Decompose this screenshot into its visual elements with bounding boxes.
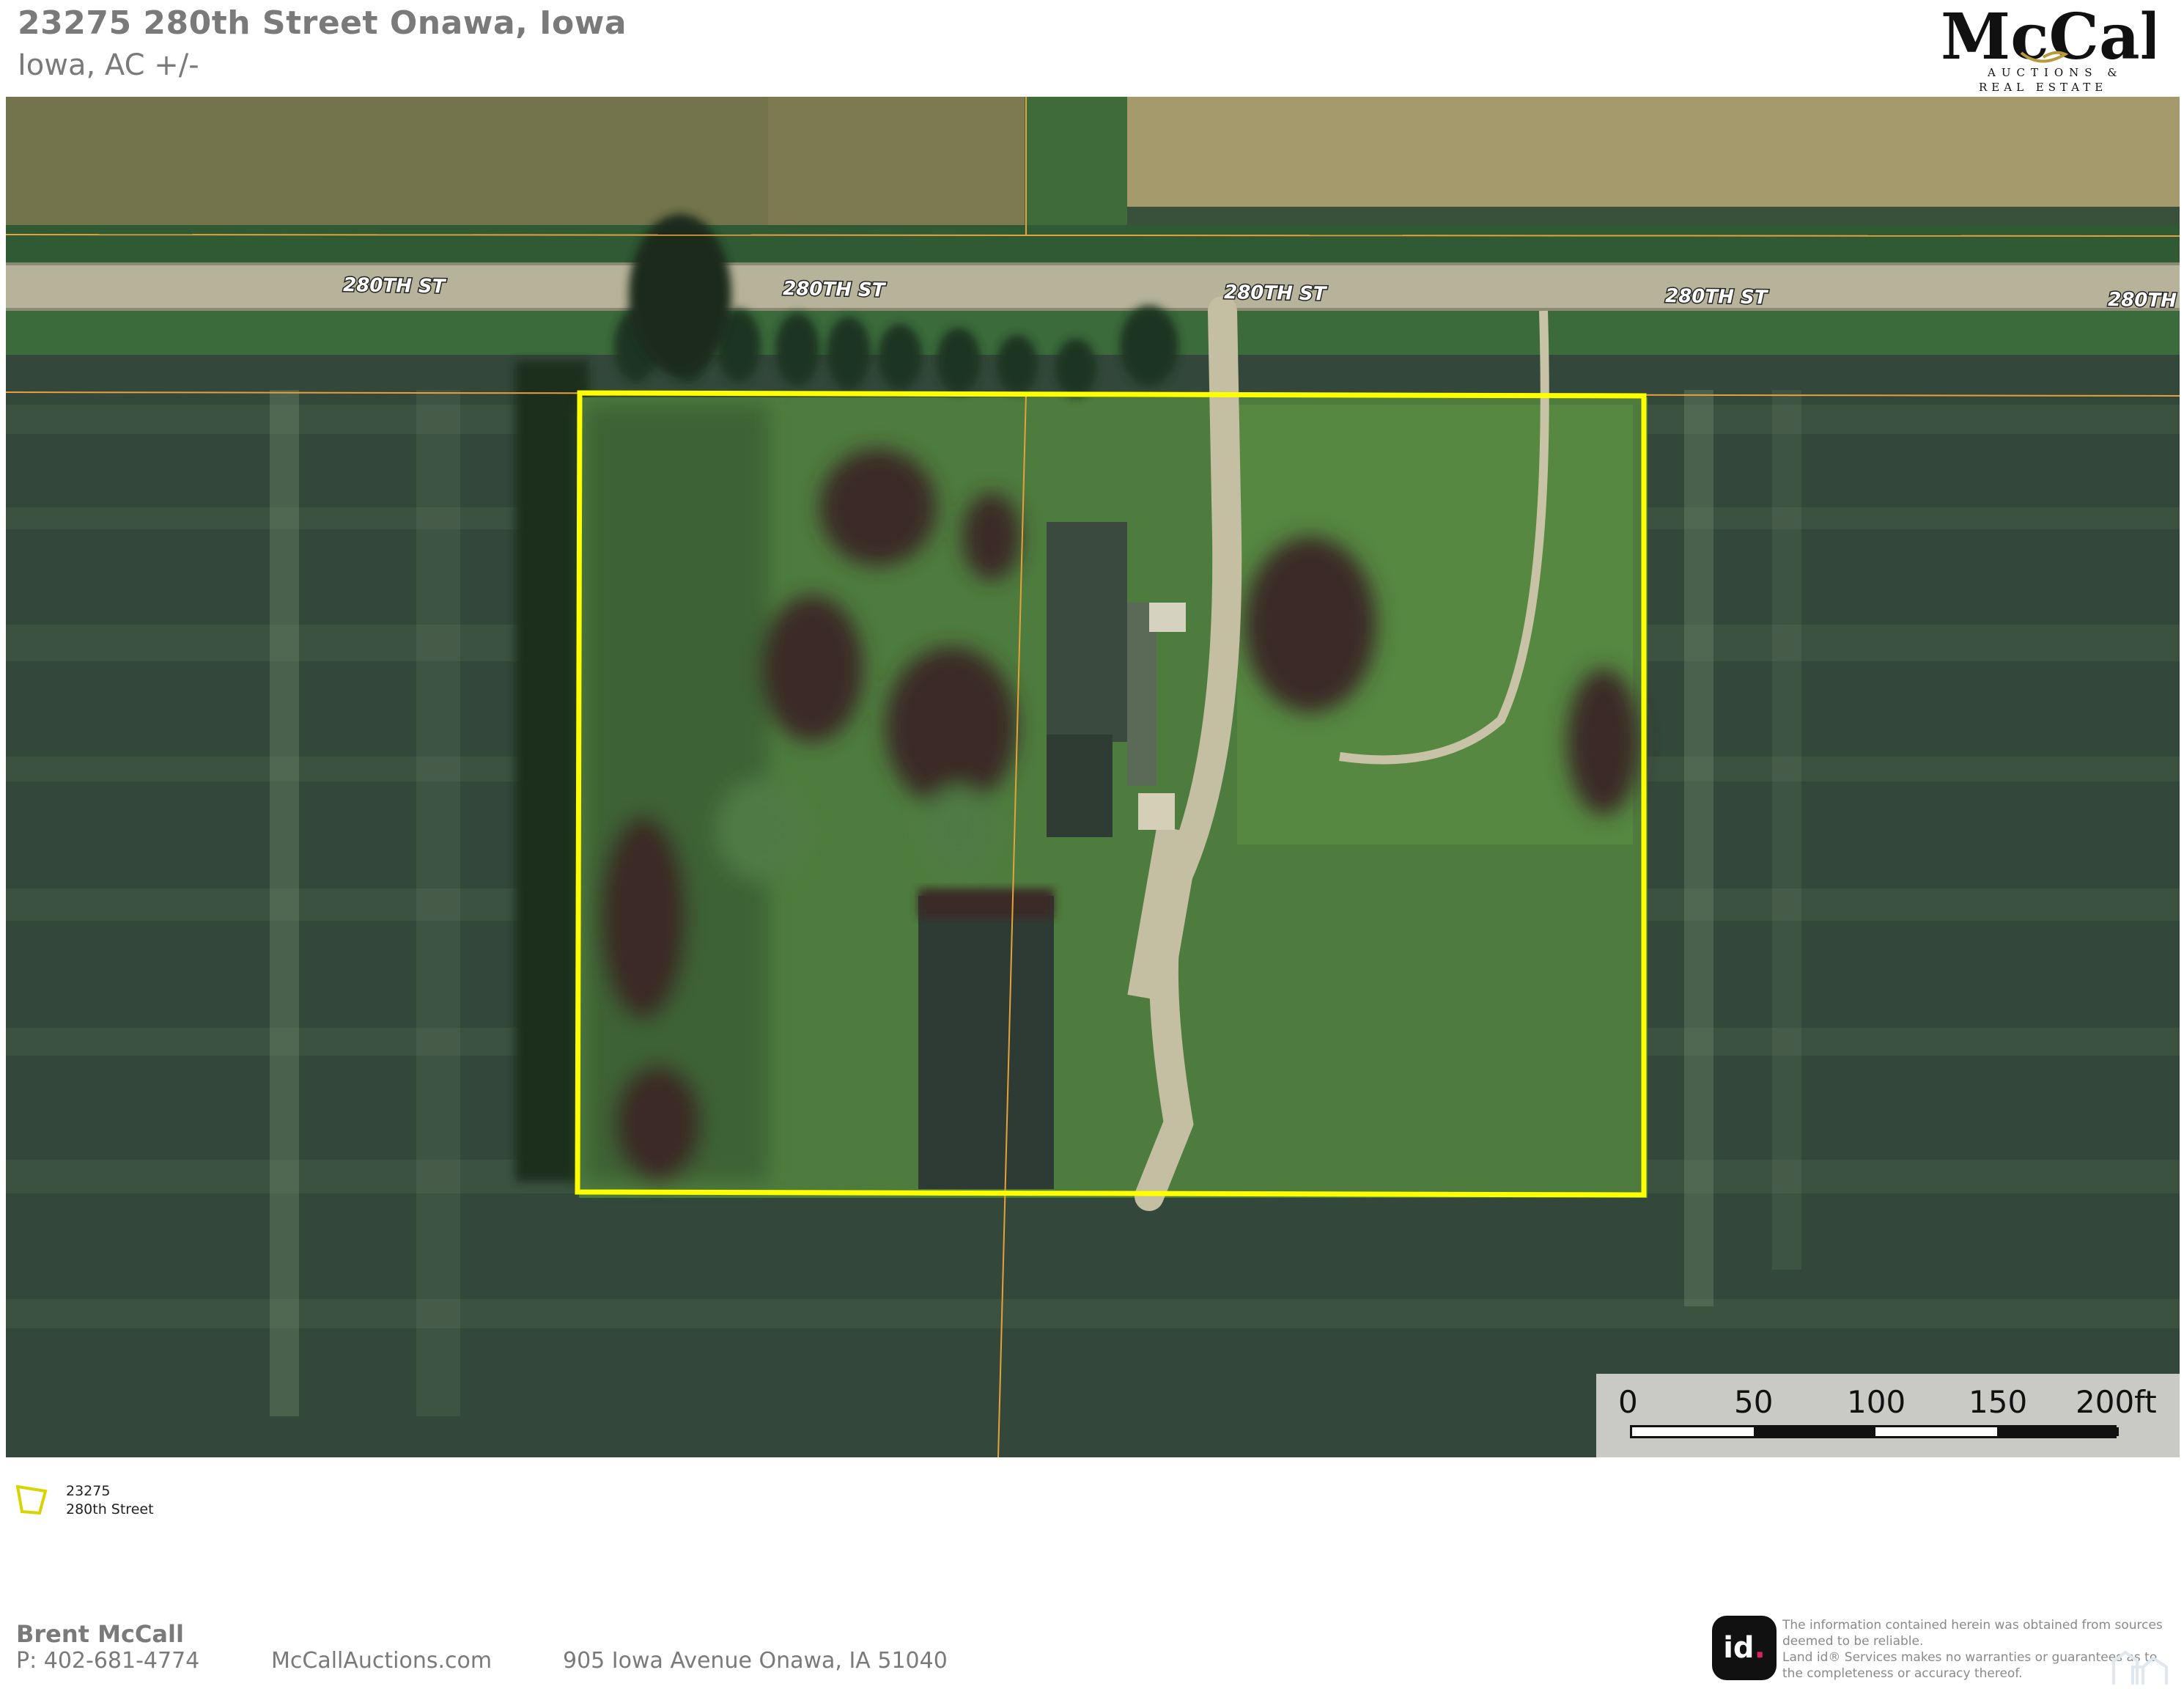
agent-phone: P: 402-681-4774 xyxy=(16,1648,200,1674)
scale-label-100: 100 xyxy=(1847,1384,1906,1420)
corner-watermark-icon xyxy=(2111,1648,2169,1689)
agent-name: Brent McCall xyxy=(16,1620,184,1648)
svg-text:McCall: McCall xyxy=(1941,0,2155,74)
scale-label-0: 0 xyxy=(1618,1384,1638,1420)
parcel-outline-icon xyxy=(15,1481,51,1520)
scale-label-50: 50 xyxy=(1734,1384,1774,1420)
scale-bar-graphic xyxy=(1630,1425,2119,1438)
company-logo: McCall AUCTIONS & REAL ESTATE xyxy=(1935,0,2184,95)
scale-bar: 0 50 100 150 200ft xyxy=(1596,1374,2180,1457)
road-label-2: 280TH ST xyxy=(783,278,887,301)
road-label-4: 280TH ST xyxy=(1665,285,1769,309)
road-label-3: 280TH ST xyxy=(1224,282,1328,305)
svg-text:REAL ESTATE: REAL ESTATE xyxy=(1979,81,2107,94)
svg-text:AUCTIONS &: AUCTIONS & xyxy=(1987,66,2123,79)
road-label-5: 280TH S xyxy=(2108,289,2180,312)
road-label-1: 280TH ST xyxy=(343,274,447,298)
office-address: 905 Iowa Avenue Onawa, IA 51040 xyxy=(563,1648,948,1674)
page-title: 23275 280th Street Onawa, Iowa xyxy=(18,4,627,42)
legend-label: 23275 280th Street Onawa, Iowa xyxy=(66,1483,154,1517)
page-subtitle: Iowa, AC +/- xyxy=(18,48,199,82)
landid-logo: id. xyxy=(1712,1616,1777,1680)
aerial-map[interactable]: 280TH ST 280TH ST 280TH ST 280TH ST 280T… xyxy=(6,97,2180,1457)
scale-label-200ft: 200ft xyxy=(2076,1384,2157,1420)
scale-label-150: 150 xyxy=(1969,1384,2028,1420)
website-link[interactable]: McCallAuctions.com xyxy=(271,1648,492,1674)
